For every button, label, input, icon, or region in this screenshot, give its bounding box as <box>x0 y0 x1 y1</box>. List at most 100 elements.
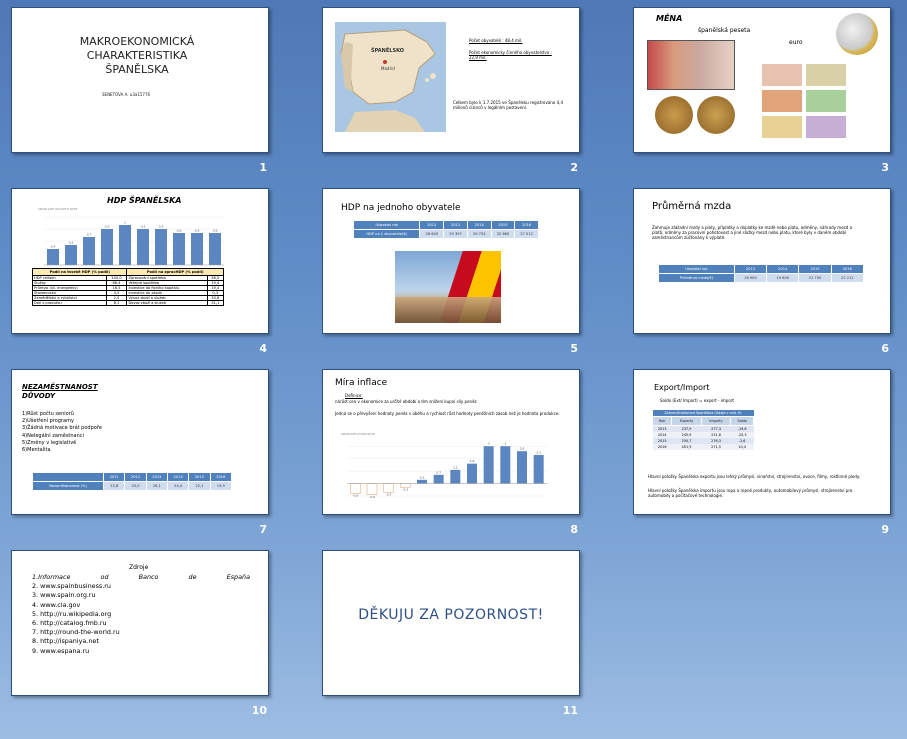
sources-list: 1.Informace od Banco de España 2. www.spa… <box>32 573 250 656</box>
inflation-chart: SPAIN INFLATION RATE -0,8 -0,9 -0,7 -0,3 0,3… <box>337 432 557 504</box>
chart-bar <box>517 451 527 484</box>
slide-title: Export/Import <box>654 383 710 392</box>
slide-number: 2 <box>570 161 578 174</box>
table-cell: 271,5 <box>701 444 731 450</box>
chart-bar <box>191 233 203 265</box>
slide-title: DĚKUJU ZA POZORNOST! <box>358 607 544 623</box>
table-cell: 29 397 <box>443 229 468 239</box>
slide-number: 7 <box>259 523 267 536</box>
chart-bar <box>533 454 544 484</box>
slide-4[interactable]: HDP ŠPANĚLSKA SPAIN GDP GROWTH RATE 0,4 0… <box>11 188 269 334</box>
table-cell: Dovoz zboží a služeb <box>126 300 208 306</box>
slide-1[interactable]: MAKROEKONOMICKÁ CHARAKTERISTIKA ŠPANĚLSK… <box>11 7 269 153</box>
bar-value-label: 0,7 <box>436 470 441 474</box>
table-cell: 22,1 <box>188 481 211 491</box>
slide-8[interactable]: Míra inflace Definice: nárůst cen v ekon… <box>322 369 580 515</box>
table-cell: 2016 <box>652 444 672 450</box>
slide-number: 6 <box>881 342 889 355</box>
table-cell: 22 212 <box>830 273 865 283</box>
table-cell: 22,8 <box>103 481 126 491</box>
table-header: Podíl na zpracHDP (% podíl) <box>126 268 224 276</box>
bar-value-label: 0,9 <box>159 225 164 229</box>
table-header <box>31 472 105 482</box>
table-cell: 19,9 <box>209 481 233 491</box>
inflation-definition-bullet: Definice: <box>345 393 363 398</box>
slide-number: 1 <box>259 161 267 174</box>
map-city-label: Madrid <box>381 66 395 71</box>
slide-title: MAKROEKONOMICKÁ CHARAKTERISTIKA ŠPANĚLSK… <box>79 35 195 76</box>
bar-value-label: 3 <box>504 442 506 446</box>
bar-value-label: 1,6 <box>470 459 475 463</box>
table-cell: 401,9 <box>671 444 702 450</box>
saldo-definition: Saldo (Ext/ Import) = export - import <box>660 398 734 403</box>
map-country-label: ŠPANĚLSKO <box>371 48 404 54</box>
chart-bar <box>47 249 59 265</box>
export-items: Hlavní položky Španělska exportu jsou le… <box>648 474 861 479</box>
foreigners-text: Celkem bylo k 1.7.2015 ve Španělsku regi… <box>453 100 563 110</box>
chart-bar <box>101 229 113 265</box>
bar-value-label: 0,9 <box>141 225 146 229</box>
inflation-definition: nárůst cen v ekonomice za určité období … <box>335 399 477 404</box>
chart-bar <box>433 474 444 484</box>
spain-map: ŠPANĚLSKO Madrid <box>335 22 446 132</box>
peseta-coin-image <box>655 96 693 134</box>
slide-title: HDP ŠPANĚLSKA <box>107 196 182 205</box>
bar-value-label: 2,3 <box>536 450 541 454</box>
table-header: 2013 <box>733 264 768 274</box>
inflation-explanation: Jedná se o převyšení hodnoty peněz v obě… <box>335 411 560 416</box>
table-header: 2011 <box>103 472 126 482</box>
bar-value-label: 0,3 <box>420 475 425 479</box>
chart-bar <box>65 245 77 265</box>
bar-value-label: 0,8 <box>195 229 200 233</box>
table-cell: 28 649 <box>419 229 445 239</box>
slide-number: 9 <box>881 523 889 536</box>
list-item: 6)Mentalita <box>22 447 51 454</box>
chart-bar <box>417 479 427 484</box>
table-cell: 18 900 <box>733 273 768 283</box>
wage-definition: Zahrnuje základní mzdy a platy, příplatk… <box>652 225 853 240</box>
table-header: Exporty <box>671 416 702 426</box>
trade-table: Zahraničníobchod Španělska (Údaje v mld.… <box>651 410 754 450</box>
source-item: 4. www.cia.gov <box>32 600 81 609</box>
chart-bar <box>155 229 167 265</box>
chart-bar <box>350 483 361 494</box>
table-header: 2014 <box>466 220 492 230</box>
table-cell: 29 752 <box>466 229 492 239</box>
workforce-text: Počet ekonomicky činného obyvatelstva : … <box>469 50 552 60</box>
table-cell: Nezaměstnanost (%) <box>31 481 105 491</box>
table-cell: 10,4 <box>730 444 754 450</box>
bar-value-label: -0,3 <box>402 487 408 491</box>
table-header: 2012 <box>124 472 147 482</box>
list-item: 5)Změny v legislativě <box>22 439 77 446</box>
bar-value-label: 0,9 <box>105 225 110 229</box>
slide-3[interactable]: MĚNA španělská peseta euro <box>633 7 891 153</box>
slide-number: 4 <box>259 342 267 355</box>
table-cell: 26,1 <box>145 481 169 491</box>
euro-label: euro <box>789 39 803 46</box>
bar-value-label: 2,6 <box>520 447 525 451</box>
table-header: 2014 <box>766 264 800 274</box>
slide-title: Míra inflace <box>335 378 388 388</box>
table-header: Rok <box>651 416 673 426</box>
slide-6[interactable]: Průměrná mzda Zahrnuje základní mzdy a p… <box>633 188 891 334</box>
euro-banknotes-image <box>762 64 848 138</box>
table-header: 2015 <box>490 220 516 230</box>
chart-bar <box>209 233 221 265</box>
table-cell: 8,1 <box>105 300 128 306</box>
slide-title: HDP na jednoho obyvatele <box>341 203 461 213</box>
slide-11[interactable]: DĚKUJU ZA POZORNOST! <box>322 550 580 696</box>
table-header: 2013 <box>443 220 468 230</box>
chart-bar <box>450 469 461 484</box>
slide-9[interactable]: Export/Import Saldo (Ext/ Import) = expo… <box>633 369 891 515</box>
source-item: 6. http://catalog.fmb.ru <box>32 619 107 628</box>
source-item: 5. http://ru.wikipedia.org <box>32 609 112 618</box>
peseta-label: španělská peseta <box>698 27 751 34</box>
slide-7[interactable]: NEZAMĚSTNANOST DŮVODY 1)Růst počtu senio… <box>11 369 269 515</box>
slide-10[interactable]: Zdroje 1.Informace od Banco de España 2. … <box>11 550 269 696</box>
slide-author: SENETOVA A. u3a15776 <box>102 92 151 97</box>
slide-5[interactable]: HDP na jednoho obyvatele Ukazatel rok 201… <box>322 188 580 334</box>
reasons-list: 1)Růst počtu seniorů 2)Ušetření programy 3… <box>22 411 102 454</box>
slide-number: 3 <box>881 161 889 174</box>
bar-value-label: 0,7 <box>87 233 92 237</box>
slide-2[interactable]: ŠPANĚLSKO Madrid Počet obyvatelé : 48,4 … <box>322 7 580 153</box>
